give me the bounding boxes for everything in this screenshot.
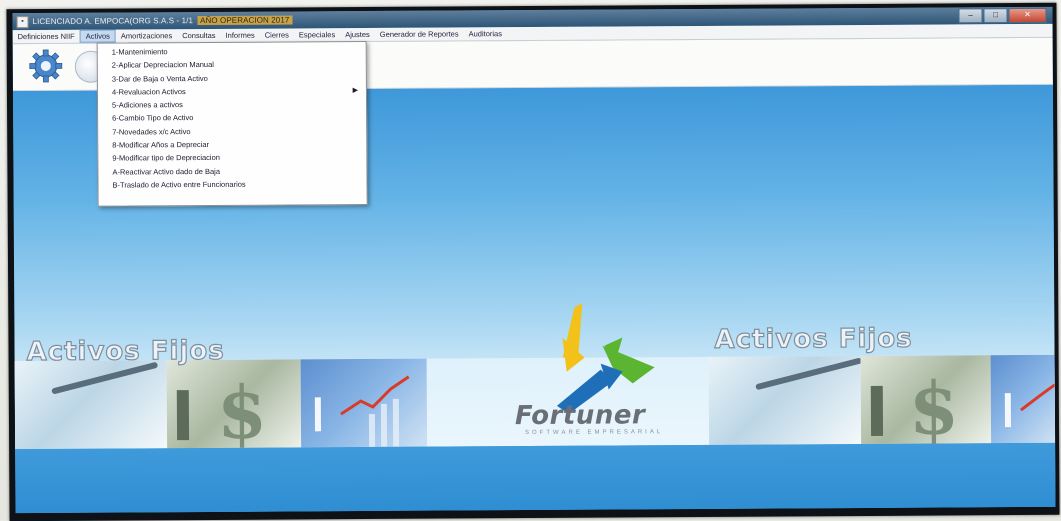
gear-icon[interactable] <box>29 49 63 83</box>
menu-activos[interactable]: Activos <box>79 29 116 43</box>
close-button[interactable]: ✕ <box>1008 7 1047 24</box>
app-icon: ▪ <box>16 15 29 28</box>
svg-text:$: $ <box>217 370 268 449</box>
menu-option-label: B-Traslado de Activo entre Funcionarios <box>112 179 246 190</box>
logo-tagline: SOFTWARE EMPRESARIAL <box>525 429 664 437</box>
pen-image-right <box>708 356 862 445</box>
menu-option-label: 1-Mantenimiento <box>111 47 168 57</box>
menu-definiciones-niif[interactable]: Definiciones NIIF <box>13 30 80 43</box>
menu-generador-reportes[interactable]: Generador de Reportes <box>375 27 464 41</box>
window-title: LICENCIADO A. EMPOCA(ORG S.A.S - 1/1 <box>32 16 194 27</box>
watermark-right: Activos Fijos <box>714 323 914 355</box>
menu-option-label: 4-Revaluacion Activos <box>111 87 186 97</box>
application-window: ▪ LICENCIADO A. EMPOCA(ORG S.A.S - 1/1 A… <box>12 6 1056 514</box>
watermark-left: Activos Fijos <box>26 335 226 368</box>
activos-dropdown-menu: 1-Mantenimiento 2-Aplicar Depreciacion M… <box>96 41 368 207</box>
submenu-arrow-icon: ▶ <box>352 86 358 94</box>
menu-option-label: 3-Dar de Baja o Venta Activo <box>111 73 208 84</box>
menu-option-label: 7-Novedades x/c Activo <box>112 126 191 137</box>
logo-name: Fortuner <box>514 400 646 432</box>
bottom-band <box>15 442 1056 514</box>
menu-auditorias[interactable]: Auditorias <box>464 27 507 40</box>
growth-chart-image <box>300 358 428 448</box>
dollar-sign-image-right: $ <box>860 355 992 444</box>
menu-option-label: 2-Aplicar Depreciacion Manual <box>111 60 214 70</box>
menu-amortizaciones[interactable]: Amortizaciones <box>116 29 177 42</box>
monitor-bezel: ▪ LICENCIADO A. EMPOCA(ORG S.A.S - 1/1 A… <box>6 2 1060 521</box>
svg-text:$: $ <box>909 365 960 444</box>
menu-cierres[interactable]: Cierres <box>260 28 294 41</box>
operation-year: AÑO OPERACION 2017 <box>197 15 293 26</box>
menu-informes[interactable]: Informes <box>221 29 260 42</box>
maximize-button[interactable]: □ <box>983 8 1008 24</box>
minimize-button[interactable]: – <box>958 8 983 24</box>
menu-consultas[interactable]: Consultas <box>177 29 220 42</box>
menu-option-label: 8-Modificar Años a Depreciar <box>112 140 210 150</box>
menu-option-label: 5-Adiciones a activos <box>112 100 183 110</box>
menu-ajustes[interactable]: Ajustes <box>340 28 375 41</box>
menu-option-traslado[interactable]: B-Traslado de Activo entre Funcionarios <box>98 177 366 192</box>
pen-image <box>14 360 168 450</box>
menu-especiales[interactable]: Especiales <box>294 28 340 41</box>
menu-option-label: 6-Cambio Tipo de Activo <box>112 113 194 124</box>
menu-option-label: 9-Modificar tipo de Depreciacion <box>112 153 220 163</box>
window-controls: – □ ✕ <box>958 7 1047 24</box>
menu-option-label: A-Reactivar Activo dado de Baja <box>112 166 221 177</box>
dollar-sign-image: $ <box>166 359 302 449</box>
growth-chart-image-right <box>990 354 1056 444</box>
